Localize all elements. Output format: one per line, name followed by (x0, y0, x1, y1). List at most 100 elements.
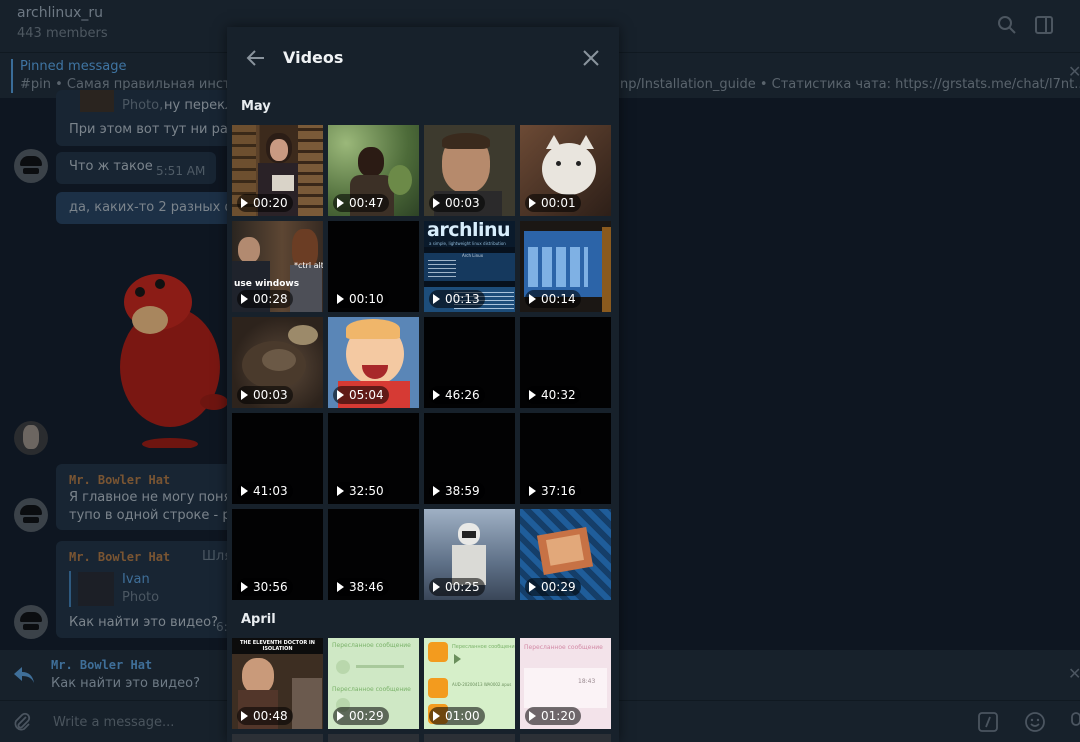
video-thumbnail[interactable]: 00:29 (520, 509, 611, 600)
sticker-image (120, 274, 228, 448)
section-header-april: April (241, 612, 276, 627)
video-duration: 00:48 (253, 709, 288, 723)
play-icon (337, 390, 344, 400)
avatar[interactable] (14, 498, 48, 532)
duration-badge: 00:48 (237, 707, 293, 725)
duration-badge: 38:46 (333, 578, 389, 596)
video-duration: 30:56 (253, 580, 288, 594)
duration-badge: 00:29 (525, 578, 581, 596)
video-duration: 00:29 (541, 580, 576, 594)
cancel-reply-icon[interactable]: ✕ (1068, 664, 1080, 683)
video-thumbnail[interactable]: 30:56 (232, 509, 323, 600)
video-thumbnail[interactable]: 00:01 (520, 125, 611, 216)
close-icon[interactable] (579, 46, 603, 70)
reply-text: Как найти это видео? (51, 676, 200, 691)
video-thumbnail[interactable]: 38:59 (424, 413, 515, 504)
message-bubble[interactable]: да, каких-то 2 разных фло (56, 192, 252, 224)
play-icon (433, 294, 440, 304)
video-duration: 38:46 (349, 580, 384, 594)
video-duration: 00:47 (349, 196, 384, 210)
avatar[interactable] (14, 421, 48, 455)
play-icon (337, 294, 344, 304)
video-thumbnail[interactable]: 00:10 (328, 221, 419, 312)
pinned-label: Pinned message (20, 59, 127, 74)
duration-badge: 32:50 (333, 482, 389, 500)
microphone-icon[interactable] (1068, 711, 1080, 733)
duration-badge: 00:03 (429, 194, 485, 212)
video-thumbnail[interactable]: Пересланное сообщение AUD-20200413 WA000… (424, 638, 515, 729)
message-bubble[interactable]: Photo, ну перекл При этом вот тут ни раз… (56, 90, 242, 146)
duration-badge: 40:32 (525, 386, 581, 404)
sidebar-toggle-icon[interactable] (1033, 14, 1055, 36)
video-thumbnail[interactable]: 32:50 (328, 413, 419, 504)
commands-icon[interactable] (977, 711, 999, 733)
video-thumbnail[interactable]: 40:32 (520, 317, 611, 408)
video-thumbnail[interactable]: 41:03 (232, 413, 323, 504)
thumbnail-caption: THE ELEVENTH DOCTOR IN ISOLATION (240, 640, 315, 652)
video-thumbnail[interactable]: use windows *ctrl alt 00:28 (232, 221, 323, 312)
video-thumbnail[interactable]: 05:04 (328, 317, 419, 408)
video-duration: 40:32 (541, 388, 576, 402)
video-duration: 37:16 (541, 484, 576, 498)
video-thumbnail[interactable]: Пересланное сообщение 18:43 01:20 (520, 638, 611, 729)
duration-badge: 01:00 (429, 707, 485, 725)
duration-badge: 46:26 (429, 386, 485, 404)
duration-badge: 00:03 (237, 386, 293, 404)
avatar[interactable] (14, 149, 48, 183)
play-icon (241, 294, 248, 304)
quote-thumbnail (78, 572, 114, 606)
duration-badge: 01:20 (525, 707, 581, 725)
quote-thumbnail (80, 90, 114, 112)
play-icon (241, 711, 248, 721)
message-bubble[interactable]: Mr. Bowler Hat Я главное не могу поняты … (56, 464, 249, 530)
video-thumbnail[interactable]: 00:14 (520, 221, 611, 312)
message-bubble[interactable]: Mr. Bowler Hat Шля Ivan Photo Как найти … (56, 541, 236, 638)
message-bubble[interactable]: Что ж такое 5:51 AM (56, 152, 216, 184)
video-thumbnail[interactable]: 00:47 (328, 125, 419, 216)
back-arrow-icon[interactable] (243, 45, 269, 71)
play-icon (433, 486, 440, 496)
play-icon (433, 390, 440, 400)
play-icon (529, 390, 536, 400)
thumbnail-caption: use windows (234, 279, 300, 289)
video-duration: 05:04 (349, 388, 384, 402)
pinned-text-continued: np/Installation_guide • Статистика чата:… (620, 77, 1080, 92)
videos-panel: Videos May 00:20 00:47 00:03 00:01 use w… (227, 27, 619, 742)
duration-badge: 30:56 (237, 578, 293, 596)
video-thumbnail[interactable]: 00:03 (232, 317, 323, 408)
video-thumbnail[interactable]: 46:26 (424, 317, 515, 408)
chat-title[interactable]: archlinux_ru (17, 5, 103, 21)
play-icon (529, 711, 536, 721)
video-grid-april: THE ELEVENTH DOCTOR IN ISOLATION 00:48 П… (232, 638, 611, 729)
video-thumbnail[interactable]: 38:46 (328, 509, 419, 600)
close-icon[interactable]: ✕ (1068, 62, 1080, 81)
message-time: 5:51 AM (156, 164, 206, 178)
search-icon[interactable] (996, 14, 1018, 36)
sender-name[interactable]: Mr. Bowler Hat (69, 473, 170, 487)
duration-badge: 00:25 (429, 578, 485, 596)
emoji-icon[interactable] (1024, 711, 1046, 733)
sender-name[interactable]: Mr. Bowler Hat (69, 550, 170, 564)
video-thumbnail[interactable]: 00:20 (232, 125, 323, 216)
video-thumbnail[interactable]: 00:25 (424, 509, 515, 600)
message-text: При этом вот тут ни разу (69, 122, 243, 137)
video-thumbnail[interactable]: 00:03 (424, 125, 515, 216)
avatar[interactable] (14, 605, 48, 639)
pinned-accent-bar (11, 59, 13, 93)
member-count: 443 members (17, 26, 108, 41)
duration-badge: 00:14 (525, 290, 581, 308)
play-icon (433, 198, 440, 208)
quote-author: Ivan (122, 572, 150, 587)
thumbnail-caption: *ctrl alt (294, 261, 323, 270)
video-thumbnail[interactable]: Пересланное сообщение Пересланное сообще… (328, 638, 419, 729)
video-thumbnail[interactable]: 37:16 (520, 413, 611, 504)
video-thumbnail[interactable]: THE ELEVENTH DOCTOR IN ISOLATION 00:48 (232, 638, 323, 729)
video-grid-may: 00:20 00:47 00:03 00:01 use windows *ctr… (232, 125, 611, 600)
duration-badge: 00:29 (333, 707, 389, 725)
attach-icon[interactable] (12, 711, 32, 733)
message-input[interactable]: Write a message... (53, 715, 174, 730)
video-duration: 00:14 (541, 292, 576, 306)
video-thumbnail[interactable]: archlinu a simple, lightweight linux dis… (424, 221, 515, 312)
arch-logo-text: archlinu (427, 221, 511, 241)
video-duration: 00:01 (541, 196, 576, 210)
